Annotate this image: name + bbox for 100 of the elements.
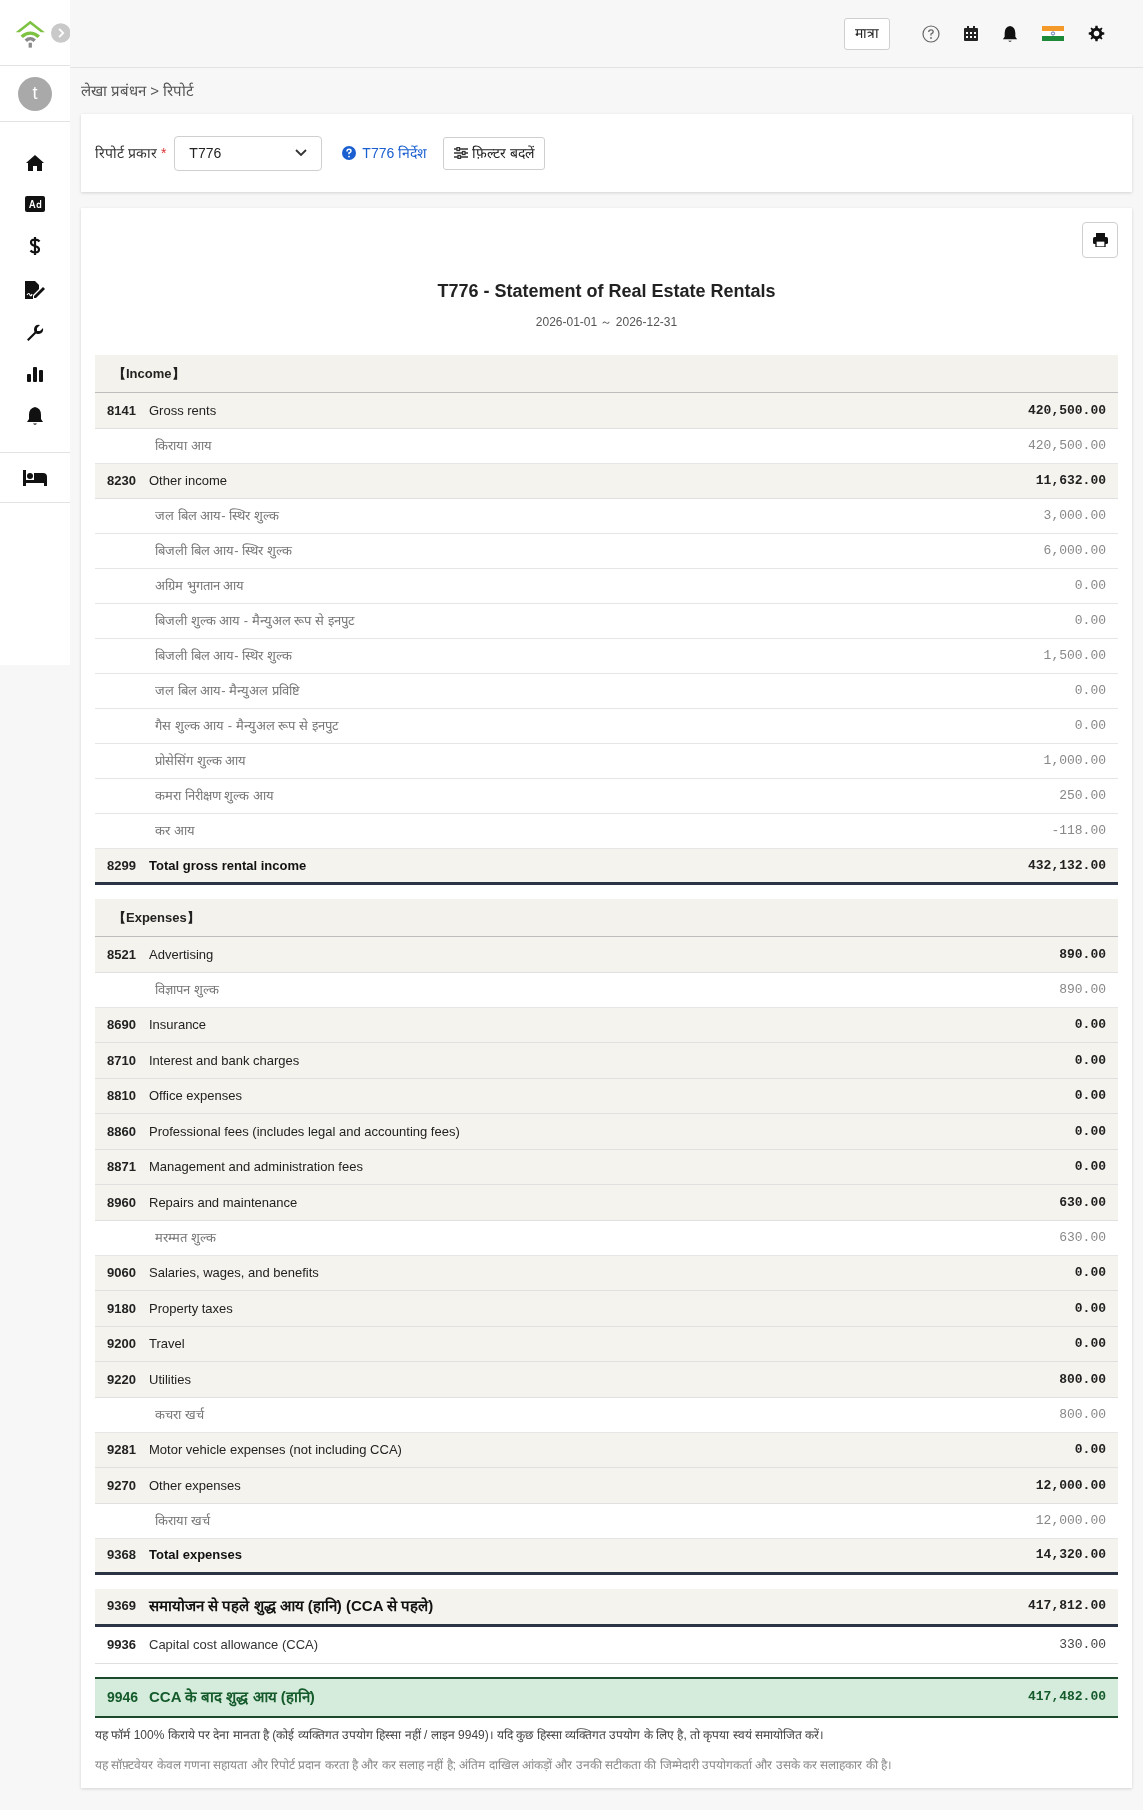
amount: 0.00: [1074, 1122, 1106, 1141]
row-label: Motor vehicle expenses (not including CCA): [149, 1441, 403, 1459]
row-label: प्रोसेसिंग शुल्क आय: [155, 752, 248, 771]
amount: 1,000.00: [1043, 752, 1106, 771]
breadcrumb: लेखा प्रबंधन > रिपोर्ट: [81, 80, 196, 101]
line-code: 9281: [107, 1441, 137, 1459]
sliders-icon: [454, 147, 469, 159]
row-label: Total gross rental income: [149, 856, 308, 875]
line-code: 8810: [107, 1087, 137, 1105]
row-label: Other expenses: [149, 1476, 242, 1495]
line-code: 9368: [107, 1546, 137, 1565]
amount: 0.00: [1074, 717, 1106, 736]
row-label: गैस शुल्क आय - मैन्युअल रूप से इनपुट: [155, 717, 340, 736]
row-label: Office expenses: [149, 1087, 243, 1105]
line-code: 9369: [107, 1597, 137, 1616]
row-label: Capital cost allowance (CCA): [149, 1635, 320, 1654]
row-label: Travel: [149, 1335, 186, 1353]
amount: 330.00: [1059, 1635, 1106, 1654]
wrench-icon[interactable]: [26, 324, 44, 342]
amount: 0.00: [1074, 1158, 1106, 1176]
dollar-icon[interactable]: [29, 236, 41, 256]
home-icon[interactable]: [25, 154, 45, 172]
row-label: 【Income】: [113, 364, 186, 383]
row-label: Property taxes: [149, 1299, 234, 1318]
amount: 0.00: [1074, 682, 1106, 701]
amount: 12,000.00: [1035, 1511, 1106, 1530]
amount: 6,000.00: [1043, 542, 1106, 561]
help-icon[interactable]: [342, 146, 357, 160]
amount: 630.00: [1059, 1228, 1106, 1247]
change-filter-button[interactable]: फ़िल्टर बदलें: [443, 136, 546, 170]
line-code: 8871: [107, 1158, 137, 1176]
guide-link[interactable]: T776 निर्देश: [362, 142, 428, 164]
bar-chart-icon[interactable]: [26, 366, 44, 382]
amount: 0.00: [1074, 1016, 1106, 1034]
amount: 3,000.00: [1043, 507, 1106, 526]
amount: 630.00: [1059, 1193, 1106, 1212]
row-label: जल बिल आय- मैन्युअल प्रविष्टि: [155, 682, 301, 701]
amount: 0.00: [1074, 1051, 1106, 1070]
amount: 12,000.00: [1035, 1476, 1106, 1495]
line-code: 9270: [107, 1476, 137, 1495]
row-label: Interest and bank charges: [149, 1051, 301, 1070]
row-label: Utilities: [149, 1370, 192, 1389]
line-code: 8860: [107, 1122, 137, 1141]
amount: 0.00: [1074, 612, 1106, 631]
amount: 14,320.00: [1035, 1546, 1106, 1565]
row-label: Advertising: [149, 945, 215, 964]
amount: 0.00: [1074, 1299, 1106, 1318]
row-label: बिजली शुल्क आय - मैन्युअल रूप से इनपुट: [155, 612, 356, 631]
help-icon[interactable]: [922, 24, 940, 43]
flag-icon[interactable]: [1042, 26, 1064, 41]
amount: 250.00: [1059, 787, 1106, 806]
amount: 890.00: [1059, 980, 1106, 999]
row-label: Gross rents: [149, 401, 218, 420]
bed-icon[interactable]: [23, 469, 47, 486]
bell-icon[interactable]: [1002, 24, 1018, 43]
printer-icon: [1092, 233, 1108, 247]
amount: 420,500.00: [1028, 401, 1106, 420]
amount: 1,500.00: [1043, 647, 1106, 666]
line-code: 8299: [107, 856, 137, 875]
row-label: Professional fees (includes legal and accounting fees): [149, 1122, 461, 1141]
row-label: कर आय: [155, 822, 196, 841]
amount: 800.00: [1059, 1405, 1106, 1424]
line-code: 9200: [107, 1335, 137, 1353]
row-label: किराया खर्च: [155, 1511, 212, 1530]
line-code: 8141: [107, 401, 137, 420]
field-label: रिपोर्ट प्रकार: [95, 143, 157, 163]
amount: 420,500.00: [1028, 436, 1106, 455]
required-mark: *: [160, 143, 167, 163]
amount: 0.00: [1074, 1264, 1106, 1282]
row-label: Repairs and maintenance: [149, 1193, 299, 1212]
line-code: 9946: [107, 1687, 140, 1707]
row-label: कचरा खर्च: [155, 1405, 206, 1424]
signed-document-icon[interactable]: [24, 280, 46, 300]
row-label: Total expenses: [149, 1546, 243, 1565]
row-label: 【Expenses】: [113, 908, 201, 927]
print-button[interactable]: [1082, 222, 1118, 258]
row-label: बिजली बिल आय- स्थिर शुल्क: [155, 647, 293, 666]
report-type-select[interactable]: T776: [174, 135, 323, 171]
amount: 417,812.00: [1028, 1597, 1106, 1616]
line-code: 8710: [107, 1051, 137, 1070]
line-code: 8521: [107, 945, 137, 964]
line-code: 9060: [107, 1264, 137, 1282]
amount: 890.00: [1059, 945, 1106, 964]
line-code: 8230: [107, 472, 137, 490]
settings-icon[interactable]: [1088, 25, 1105, 42]
row-label: Other income: [149, 472, 229, 490]
calendar-icon[interactable]: [964, 26, 978, 41]
report-title: T776 - Statement of Real Estate Rentals: [436, 280, 777, 303]
bell-icon[interactable]: [26, 406, 44, 426]
row-label: Insurance: [149, 1016, 208, 1034]
line-code: 9936: [107, 1635, 137, 1654]
amount: 0.00: [1074, 1441, 1106, 1459]
ad-icon[interactable]: [25, 196, 45, 212]
unit-button[interactable]: मात्रा: [844, 17, 890, 50]
line-code: 9220: [107, 1370, 137, 1389]
line-code: 9180: [107, 1299, 137, 1318]
note-text: यह फॉर्म 100% किराये पर देना मानता है (कोई व्यक्तिगत उपयोग हिस्सा नहीं / लाइन 9949)। यदि कुछ हिस्सा व्यक्तिगत उपयोग के लिए है, तो कृपया स्वयं समायोजित करें।: [95, 1726, 826, 1744]
amount: 11,632.00: [1035, 472, 1106, 490]
amount: 0.00: [1074, 577, 1106, 596]
note-text: यह सॉफ़्टवेयर केवल गणना सहायता और रिपोर्ट प्रदान करता है और कर सलाह नहीं है; अंतिम दाखिल आंकड़ों और उनकी सटीकता की जिम्मेदारी उपयोगकर्ता और उसके कर सलाहकार की है।: [95, 1756, 894, 1774]
